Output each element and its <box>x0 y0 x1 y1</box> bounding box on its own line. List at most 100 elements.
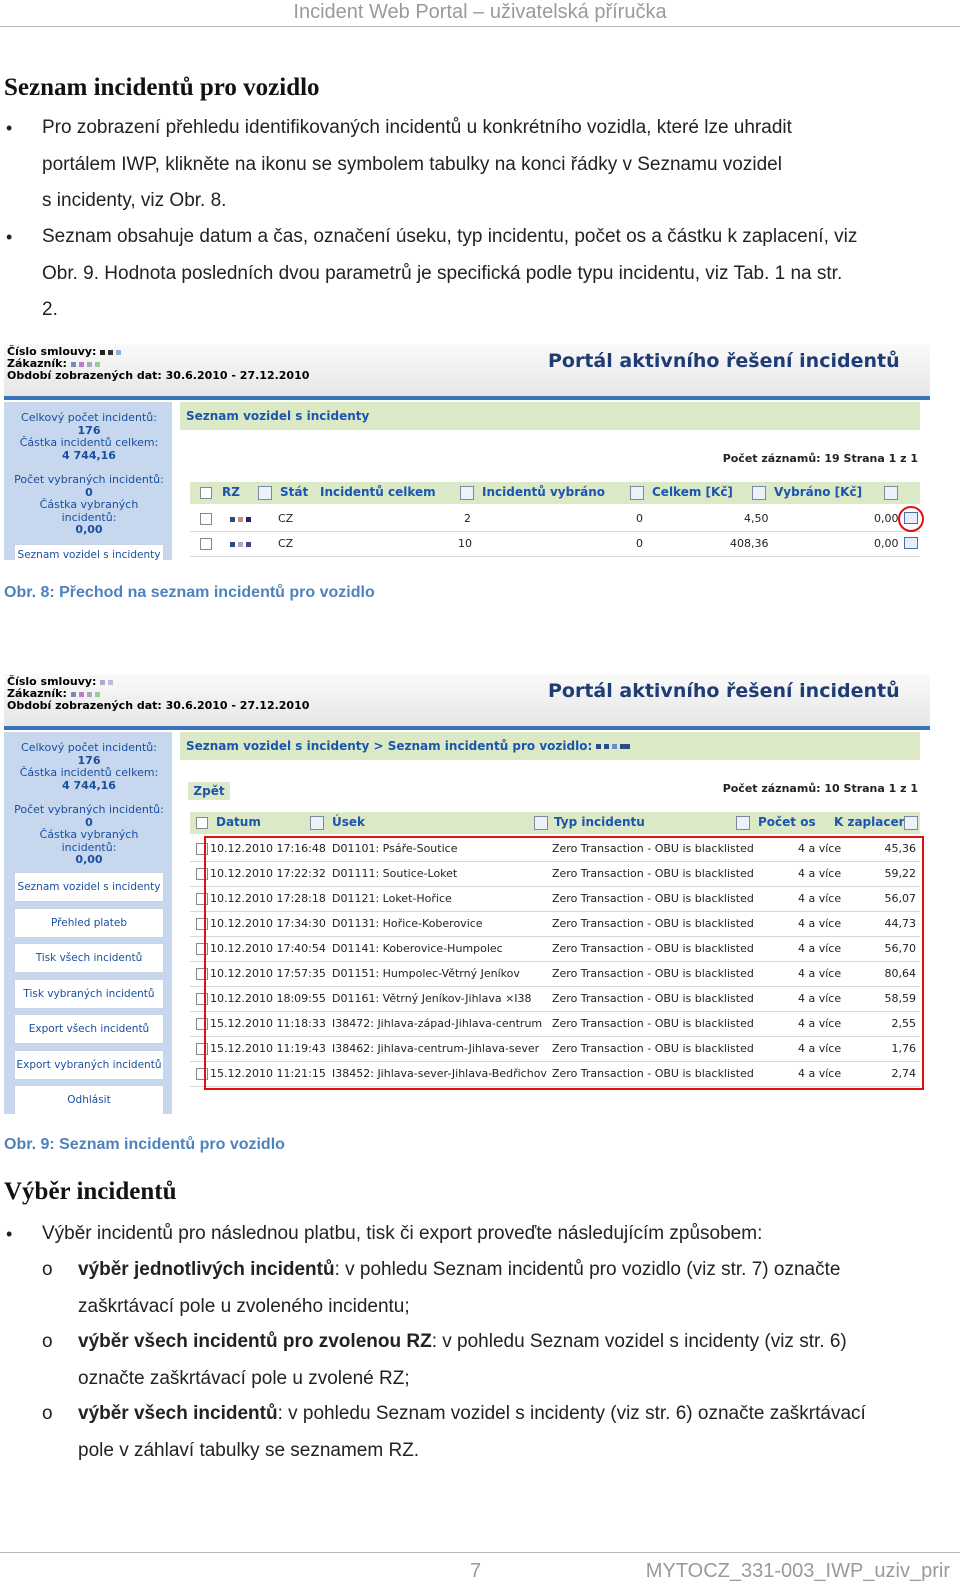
cell-stat: CZ <box>278 512 294 525</box>
selected-amount-label: Částka vybraných incidentů: <box>39 498 139 524</box>
total-count-label: Celkový počet incidentů: <box>21 741 157 754</box>
section-heading-selection: Výběr incidentů <box>4 1178 177 1205</box>
figure-9-caption: Obr. 9: Seznam incidentů pro vozidlo <box>4 1136 285 1153</box>
select-all-checkbox[interactable] <box>196 817 208 829</box>
bullet-dot: • <box>6 118 13 138</box>
sub-bullet: o <box>42 1259 53 1280</box>
column-incident-type[interactable]: Typ incidentu <box>554 815 645 829</box>
cell-selected: 0 <box>636 537 643 550</box>
bullet-dot: • <box>6 1224 13 1244</box>
contract-meta: Číslo smlouvy: Zákazník: Období zobrazen… <box>7 676 309 712</box>
sidebar-button-payments[interactable]: Přehled plateb <box>14 908 164 938</box>
sort-icon[interactable] <box>258 486 272 500</box>
row-checkbox[interactable] <box>200 538 212 550</box>
column-stat[interactable]: Stát <box>280 485 308 499</box>
selection-item-2: výběr všech incidentů pro zvolenou RZ: v… <box>78 1324 938 1397</box>
breadcrumb: Seznam vozidel s incidenty > Seznam inci… <box>180 732 920 760</box>
totals-box: Celkový počet incidentů: 176 Částka inci… <box>12 741 166 792</box>
table-row: CZ 2 0 4,50 0,00 <box>190 506 920 532</box>
column-section[interactable]: Úsek <box>332 815 365 829</box>
sort-icon[interactable] <box>534 816 548 830</box>
table-header: Datum Úsek Typ incidentu Počet os K zapl… <box>190 812 920 834</box>
record-count: Počet záznamů: 10 Strana 1 z 1 <box>722 782 918 795</box>
cell-czk: 4,50 <box>744 512 769 525</box>
column-incidents-selected[interactable]: Incidentů vybráno <box>482 485 605 499</box>
column-rz[interactable]: RZ <box>222 485 240 499</box>
selected-box: Počet vybraných incidentů: 0 Částka vybr… <box>12 473 166 537</box>
sort-icon[interactable] <box>630 486 644 500</box>
item-text: : v pohledu Seznam vozidel s incidenty (… <box>431 1331 847 1352</box>
text-line: portálem IWP, klikněte na ikonu se symbo… <box>42 153 782 175</box>
sidebar-button-logout[interactable]: Odhlásit <box>14 1085 164 1114</box>
sub-bullet: o <box>42 1331 53 1352</box>
breadcrumb: Seznam vozidel s incidenty <box>180 402 920 430</box>
column-selected-czk[interactable]: Vybráno [Kč] <box>774 485 862 499</box>
text-line: Pro zobrazení přehledu identifikovaných … <box>42 117 792 138</box>
section-heading-vehicle-incidents: Seznam incidentů pro vozidlo <box>4 74 320 101</box>
text-line: Obr. 9. Hodnota posledních dvou parametr… <box>42 262 843 284</box>
item-text: označte zaškrtávací pole u zvolené RZ; <box>78 1367 410 1389</box>
total-amount-label: Částka incidentů celkem: <box>19 766 159 779</box>
back-button[interactable]: Zpět <box>188 782 230 800</box>
paragraph-intro: Výběr incidentů pro následnou platbu, ti… <box>42 1223 763 1244</box>
sort-icon[interactable] <box>884 486 898 500</box>
column-date[interactable]: Datum <box>216 815 261 829</box>
sort-icon[interactable] <box>752 486 766 500</box>
sort-icon[interactable] <box>310 816 324 830</box>
sort-icon[interactable] <box>460 486 474 500</box>
text-line: s incidenty, viz Obr. 8. <box>42 190 227 211</box>
item-text: pole v záhlaví tabulky se seznamem RZ. <box>78 1439 420 1461</box>
footer-rule <box>0 1552 960 1553</box>
breadcrumb-text: Seznam vozidel s incidenty > Seznam inci… <box>186 739 593 753</box>
total-amount-label: Částka incidentů celkem: <box>19 436 159 449</box>
selected-count-label: Počet vybraných incidentů: <box>14 803 164 816</box>
sort-icon[interactable] <box>736 816 750 830</box>
column-axles[interactable]: Počet os <box>758 815 816 829</box>
table-row: CZ 10 0 408,36 0,00 <box>190 531 920 557</box>
item-bold: výběr všech incidentů pro zvolenou RZ <box>78 1331 432 1352</box>
selected-amount-label: Částka vybraných incidentů: <box>39 828 139 854</box>
bullet-dot: • <box>6 227 13 247</box>
data-period: Období zobrazených dat: 30.6.2010 - 27.1… <box>7 699 310 712</box>
sidebar-button-print-selected[interactable]: Tisk vybraných incidentů <box>14 979 164 1009</box>
sidebar-button-print-all[interactable]: Tisk všech incidentů <box>14 943 164 973</box>
item-text: : v pohledu Seznam vozidel s incidenty (… <box>277 1403 866 1424</box>
cell-total: 10 <box>458 537 472 550</box>
select-all-checkbox[interactable] <box>200 487 212 499</box>
paragraph-bullet-2: Seznam obsahuje datum a čas, označení ús… <box>42 219 942 329</box>
row-checkbox[interactable] <box>200 513 212 525</box>
page-number: 7 <box>470 1560 482 1582</box>
sidebar-button-export-all[interactable]: Export všech incidentů <box>14 1014 164 1044</box>
header-bar <box>4 396 930 400</box>
total-count-label: Celkový počet incidentů: <box>21 411 157 424</box>
figure-8-screenshot: Číslo smlouvy: Zákazník: Období zobrazen… <box>4 344 930 560</box>
table-icon[interactable] <box>904 537 918 549</box>
sidebar-button-export-selected[interactable]: Export vybraných incidentů <box>14 1050 164 1080</box>
column-amount[interactable]: K zaplacení <box>834 815 911 829</box>
sidebar-button-vehicles[interactable]: Seznam vozidel s incidenty <box>14 872 164 902</box>
figure-9-screenshot: Číslo smlouvy: Zákazník: Období zobrazen… <box>4 674 930 1114</box>
plate-redacted <box>230 537 254 550</box>
item-bold: výběr všech incidentů <box>78 1403 278 1424</box>
item-text: zaškrtávací pole u zvoleného incidentu; <box>78 1295 410 1317</box>
text-line: 2. <box>42 299 58 320</box>
totals-box: Celkový počet incidentů: 176 Částka inci… <box>12 411 166 462</box>
cell-selected-czk: 0,00 <box>874 537 899 550</box>
sub-bullet: o <box>42 1403 53 1424</box>
selection-item-1: výběr jednotlivých incidentů: v pohledu … <box>78 1252 938 1325</box>
item-bold: výběr jednotlivých incidentů <box>78 1259 335 1280</box>
sort-icon[interactable] <box>904 816 918 830</box>
highlight-rectangle <box>204 836 924 1090</box>
sidebar-button-vehicles[interactable]: Seznam vozidel s incidenty <box>14 544 164 560</box>
column-total-czk[interactable]: Celkem [Kč] <box>652 485 733 499</box>
selected-amount-value: 0,00 <box>75 853 103 866</box>
total-amount-value: 4 744,16 <box>62 778 116 792</box>
header-rule <box>0 26 960 27</box>
selected-box: Počet vybraných incidentů: 0 Částka vybr… <box>12 803 166 867</box>
column-incidents-total[interactable]: Incidentů celkem <box>320 485 436 499</box>
header-bar <box>4 726 930 730</box>
total-amount-value: 4 744,16 <box>62 448 116 462</box>
document-id: MYTOCZ_331-003_IWP_uziv_prir <box>645 1560 950 1582</box>
cell-total: 2 <box>464 512 471 525</box>
selected-count-label: Počet vybraných incidentů: <box>14 473 164 486</box>
